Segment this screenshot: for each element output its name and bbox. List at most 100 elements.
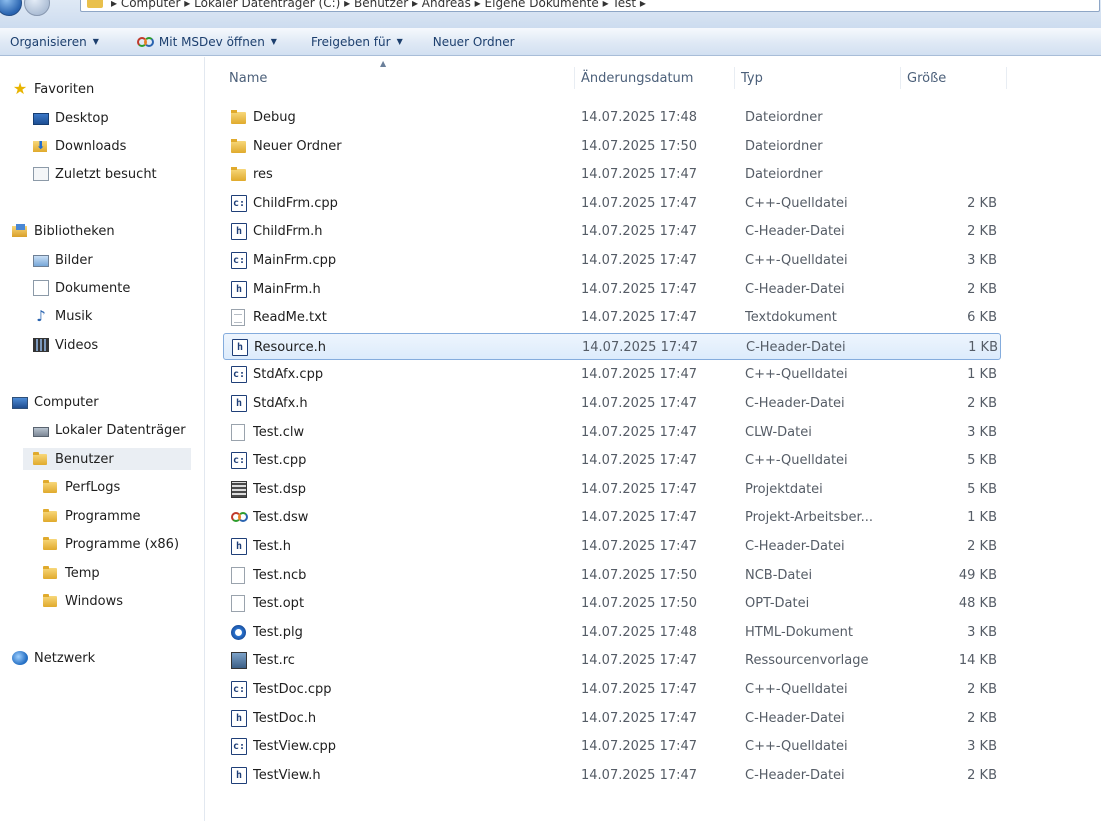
back-button[interactable] (0, 0, 22, 16)
share-button[interactable]: Freigeben für ▼ (299, 29, 415, 55)
table-row[interactable]: h StdAfx.h 14.07.2025 17:47 C-Header-Datei 2… (223, 390, 1001, 417)
open-with-label: Mit MSDev öffnen (158, 34, 265, 49)
nav-documents[interactable]: Dokumente (33, 277, 130, 299)
nav-music[interactable]: ♪ Musik (33, 305, 92, 327)
table-row[interactable]: h Resource.h 14.07.2025 17:47 C-Header-Date… (223, 332, 1001, 360)
table-row[interactable]: Neuer Ordner 14.07.2025 17:50 Dateiordner (223, 133, 1001, 160)
nav-computer[interactable]: Computer (12, 391, 99, 413)
nav-network[interactable]: Netzwerk (12, 647, 95, 669)
nav-libraries[interactable]: Bibliotheken (12, 220, 115, 242)
nav-pictures[interactable]: Bilder (33, 249, 93, 271)
column-label: Name (229, 70, 268, 86)
resource-file-icon (231, 652, 247, 670)
column-name[interactable]: Name (223, 67, 575, 89)
project-file-icon (231, 480, 247, 498)
network-icon (12, 651, 28, 665)
table-row[interactable]: h MainFrm.h 14.07.2025 17:47 C-Header-Datei… (223, 276, 1001, 303)
table-row[interactable]: c: TestView.cpp 14.07.2025 17:47 C++-Quelld… (223, 733, 1001, 760)
html-file-icon (231, 624, 246, 640)
table-row[interactable]: c: StdAfx.cpp 14.07.2025 17:47 C++-Quelldat… (223, 361, 1001, 388)
file-type: C++-Quelldatei (745, 195, 848, 211)
table-row[interactable]: h TestView.h 14.07.2025 17:47 C-Header-Date… (223, 762, 1001, 789)
file-type: Projektdatei (745, 481, 823, 497)
file-size: 2 KB (967, 195, 997, 211)
table-row[interactable]: c: MainFrm.cpp 14.07.2025 17:47 C++-Quellda… (223, 247, 1001, 274)
nav-desktop[interactable]: Desktop (33, 107, 109, 129)
nav-label: Programme (65, 508, 141, 524)
file-type: C++-Quelldatei (745, 682, 848, 697)
column-type[interactable]: Typ (735, 67, 901, 89)
file-type: C-Header-Datei (745, 396, 845, 411)
nav-label: Bibliotheken (34, 223, 115, 239)
nav-local-drive[interactable]: Lokaler Datenträger (33, 419, 186, 441)
nav-programme[interactable]: Programme (43, 505, 141, 527)
file-date: 14.07.2025 17:47 (581, 367, 698, 383)
table-row[interactable]: c: ChildFrm.cpp 14.07.2025 17:47 C++-Quelld… (223, 190, 1001, 217)
file-name: Resource.h (254, 339, 326, 355)
column-size[interactable]: Größe (901, 67, 1007, 89)
table-row[interactable]: Test.clw 14.07.2025 17:47 CLW-Datei 3 KB (223, 419, 1001, 446)
file-type: Dateiordner (745, 138, 823, 154)
table-row[interactable]: h TestDoc.h 14.07.2025 17:47 C-Header-Datei… (223, 705, 1001, 732)
nav-recent[interactable]: Zuletzt besucht (33, 163, 157, 185)
nav-perflogs[interactable]: PerfLogs (43, 476, 120, 498)
table-row[interactable]: h ChildFrm.h 14.07.2025 17:47 C-Header-Date… (223, 218, 1001, 245)
nav-programme-x86[interactable]: Programme (x86) (43, 533, 179, 555)
file-type: CLW-Datei (745, 424, 812, 440)
nav-label: Musik (55, 308, 93, 324)
file-name: ChildFrm.cpp (253, 195, 338, 211)
table-row[interactable]: Test.dsw 14.07.2025 17:47 Projekt-Arbeitsb… (223, 504, 1001, 531)
recent-places-icon (33, 167, 49, 181)
file-size: 2 KB (967, 224, 997, 240)
file-date: 14.07.2025 17:50 (581, 138, 698, 154)
new-folder-button[interactable]: Neuer Ordner (421, 29, 527, 55)
table-row[interactable]: c: TestDoc.cpp 14.07.2025 17:47 C++-Quellda… (223, 676, 1001, 703)
header-file-icon: h (231, 538, 247, 555)
forward-button[interactable] (24, 0, 50, 16)
nav-videos[interactable]: Videos (33, 334, 98, 356)
header-file-icon: h (232, 338, 248, 356)
organize-button[interactable]: Organisieren ▼ (0, 29, 111, 55)
nav-windows[interactable]: Windows (43, 590, 123, 612)
file-date: 14.07.2025 17:47 (581, 682, 698, 697)
table-row[interactable]: Test.dsp 14.07.2025 17:47 Projektdatei 5 KB (223, 476, 1001, 503)
table-row[interactable]: h Test.h 14.07.2025 17:47 C-Header-Datei 2 K… (223, 533, 1001, 560)
address-field[interactable]: ▸ Computer ▸ Lokaler Datenträger (C:) ▸ … (80, 0, 1100, 12)
table-row[interactable]: Test.opt 14.07.2025 17:50 OPT-Datei 48 KB (223, 590, 1001, 617)
table-row[interactable]: ReadMe.txt 14.07.2025 17:47 Textdokument 6 … (223, 304, 1001, 331)
nav-downloads[interactable]: Downloads (33, 135, 126, 157)
file-size: 1 KB (967, 367, 997, 383)
column-label: Änderungsdatum (581, 70, 694, 86)
table-row[interactable]: res 14.07.2025 17:47 Dateiordner (223, 161, 1001, 188)
file-type: C++-Quelldatei (745, 739, 848, 755)
file-type: C++-Quelldatei (745, 453, 848, 469)
nav-label: Computer (34, 394, 99, 410)
drive-icon (33, 427, 49, 437)
table-row[interactable]: Test.plg 14.07.2025 17:48 HTML-Dokument 3 K… (223, 619, 1001, 646)
nav-temp[interactable]: Temp (43, 562, 100, 584)
folder-icon (33, 451, 49, 467)
table-row[interactable]: Debug 14.07.2025 17:48 Dateiordner (223, 104, 1001, 131)
nav-favorites[interactable]: ★ Favoriten (12, 78, 94, 100)
nav-benutzer[interactable]: Benutzer (23, 448, 191, 470)
folder-icon (43, 508, 59, 524)
column-date[interactable]: Änderungsdatum (575, 67, 735, 89)
navigation-pane: ★ Favoriten Desktop Downloads Zuletzt be… (0, 57, 205, 821)
blank-file-icon (231, 423, 245, 441)
command-toolbar: Organisieren ▼ Mit MSDev öffnen ▼ Freige… (0, 28, 1101, 56)
open-with-button[interactable]: Mit MSDev öffnen ▼ (125, 29, 289, 55)
file-name: Test.rc (253, 653, 295, 669)
file-name: Test.opt (253, 596, 305, 612)
file-date: 14.07.2025 17:48 (581, 110, 698, 125)
table-row[interactable]: c: Test.cpp 14.07.2025 17:47 C++-Quelldatei… (223, 447, 1001, 474)
videos-icon (33, 338, 49, 352)
address-bar: ▸ Computer ▸ Lokaler Datenträger (C:) ▸ … (0, 0, 1101, 28)
file-size (905, 104, 997, 131)
file-name: Test.ncb (253, 567, 307, 583)
cpp-file-icon: c: (231, 452, 247, 470)
table-row[interactable]: Test.rc 14.07.2025 17:47 Ressourcenvorlage… (223, 647, 1001, 674)
table-row[interactable]: Test.ncb 14.07.2025 17:50 NCB-Datei 49 KB (223, 562, 1001, 589)
file-date: 14.07.2025 17:47 (581, 739, 698, 755)
nav-label: Lokaler Datenträger (55, 422, 186, 438)
file-type: C-Header-Datei (745, 224, 845, 240)
